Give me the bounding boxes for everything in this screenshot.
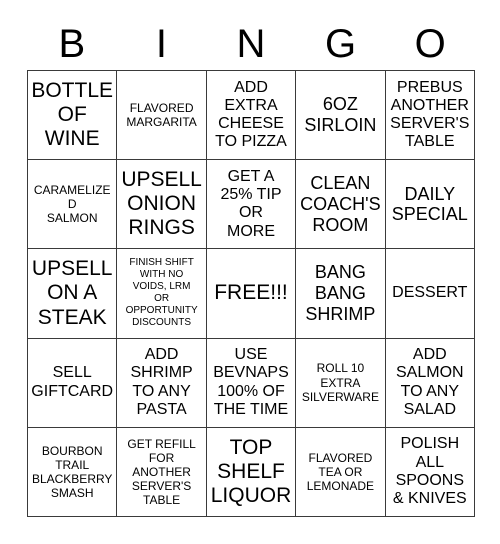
bingo-square-label: PREBUS ANOTHER SERVER'S TABLE	[390, 78, 470, 151]
bingo-card: B I N G O BOTTLE OF WINE FLAVORED MARGAR…	[0, 0, 500, 544]
bingo-header-letter-n: N	[236, 22, 266, 66]
bingo-square-label: GET A 25% TIP OR MORE	[220, 167, 282, 240]
bingo-square-i1[interactable]: FLAVORED MARGARITA	[117, 71, 207, 161]
bingo-square-b4[interactable]: SELL GIFTCARD	[28, 338, 118, 428]
bingo-free-space-label: FREE!!!	[214, 281, 288, 305]
bingo-square-o4[interactable]: ADD SALMON TO ANY SALAD	[385, 338, 475, 428]
bingo-square-label: CARAMELIZED SALMON	[33, 183, 111, 226]
bingo-header-letter-g: G	[325, 22, 357, 66]
bingo-square-label: ADD EXTRA CHEESE TO PIZZA	[215, 78, 287, 151]
bingo-square-free[interactable]: FREE!!!	[206, 249, 297, 339]
bingo-square-g4[interactable]: ROLL 10 EXTRA SILVERWARE	[296, 338, 386, 428]
bingo-square-label: FLAVORED MARGARITA	[126, 100, 197, 130]
bingo-header-letter-b: B	[58, 22, 86, 66]
bingo-square-o3[interactable]: DESSERT	[385, 249, 475, 339]
bingo-square-label: TOP SHELF LIQUOR	[210, 435, 292, 507]
bingo-square-label: USE BEVNAPS 100% OF THE TIME	[213, 346, 289, 418]
bingo-square-label: FINISH SHIFT WITH NO VOIDS, LRM OR OPPOR…	[125, 257, 198, 329]
bingo-square-b1[interactable]: BOTTLE OF WINE	[28, 71, 118, 161]
bingo-square-label: ROLL 10 EXTRA SILVERWARE	[301, 361, 379, 404]
bingo-square-label: 6OZ SIRLOIN	[304, 94, 377, 136]
bingo-square-g1[interactable]: 6OZ SIRLOIN	[296, 71, 386, 161]
bingo-square-i5[interactable]: GET REFILL FOR ANOTHER SERVER'S TABLE	[117, 427, 207, 517]
bingo-square-label: POLISH ALL SPOONS & KNIVES	[392, 435, 467, 508]
bingo-square-label: CLEAN COACH'S ROOM	[300, 173, 381, 235]
bingo-square-n1[interactable]: ADD EXTRA CHEESE TO PIZZA	[206, 71, 297, 161]
bingo-square-label: DAILY SPECIAL	[391, 183, 468, 225]
bingo-square-label: ADD SHRIMP TO ANY PASTA	[130, 346, 193, 418]
bingo-square-i4[interactable]: ADD SHRIMP TO ANY PASTA	[117, 338, 207, 428]
bingo-square-g2[interactable]: CLEAN COACH'S ROOM	[296, 160, 386, 250]
bingo-header-letter-i: I	[155, 22, 167, 66]
bingo-square-label: BANG BANG SHRIMP	[305, 262, 376, 324]
bingo-square-o2[interactable]: DAILY SPECIAL	[385, 160, 475, 250]
bingo-square-b2[interactable]: CARAMELIZED SALMON	[28, 160, 118, 250]
bingo-square-n5[interactable]: TOP SHELF LIQUOR	[206, 427, 297, 517]
bingo-square-label: UPSELL ON A STEAK	[31, 257, 113, 329]
bingo-square-label: DESSERT	[392, 284, 468, 302]
bingo-square-i2[interactable]: UPSELL ONION RINGS	[117, 160, 207, 250]
bingo-header-letter-o: O	[414, 22, 446, 66]
bingo-square-g5[interactable]: FLAVORED TEA OR LEMONADE	[296, 427, 386, 517]
bingo-square-b3[interactable]: UPSELL ON A STEAK	[28, 249, 118, 339]
bingo-square-label: BOTTLE OF WINE	[31, 78, 114, 151]
bingo-square-label: GET REFILL FOR ANOTHER SERVER'S TABLE	[127, 436, 196, 508]
bingo-square-label: SELL GIFTCARD	[31, 364, 114, 400]
bingo-square-label: BOURBON TRAIL BLACKBERRY SMASH	[31, 443, 113, 501]
bingo-square-label: ADD SALMON TO ANY SALAD	[396, 346, 464, 418]
bingo-grid: BOTTLE OF WINE FLAVORED MARGARITA ADD EX…	[27, 70, 475, 517]
bingo-square-label: UPSELL ONION RINGS	[121, 168, 202, 240]
bingo-square-o1[interactable]: PREBUS ANOTHER SERVER'S TABLE	[385, 71, 475, 161]
bingo-header-letters: B I N G O	[27, 18, 475, 70]
bingo-square-i3[interactable]: FINISH SHIFT WITH NO VOIDS, LRM OR OPPOR…	[117, 249, 207, 339]
bingo-square-g3[interactable]: BANG BANG SHRIMP	[296, 249, 386, 339]
bingo-square-b5[interactable]: BOURBON TRAIL BLACKBERRY SMASH	[28, 427, 118, 517]
bingo-square-n2[interactable]: GET A 25% TIP OR MORE	[206, 160, 297, 250]
bingo-square-o5[interactable]: POLISH ALL SPOONS & KNIVES	[385, 427, 475, 517]
bingo-square-n4[interactable]: USE BEVNAPS 100% OF THE TIME	[206, 338, 297, 428]
bingo-square-label: FLAVORED TEA OR LEMONADE	[306, 450, 375, 493]
